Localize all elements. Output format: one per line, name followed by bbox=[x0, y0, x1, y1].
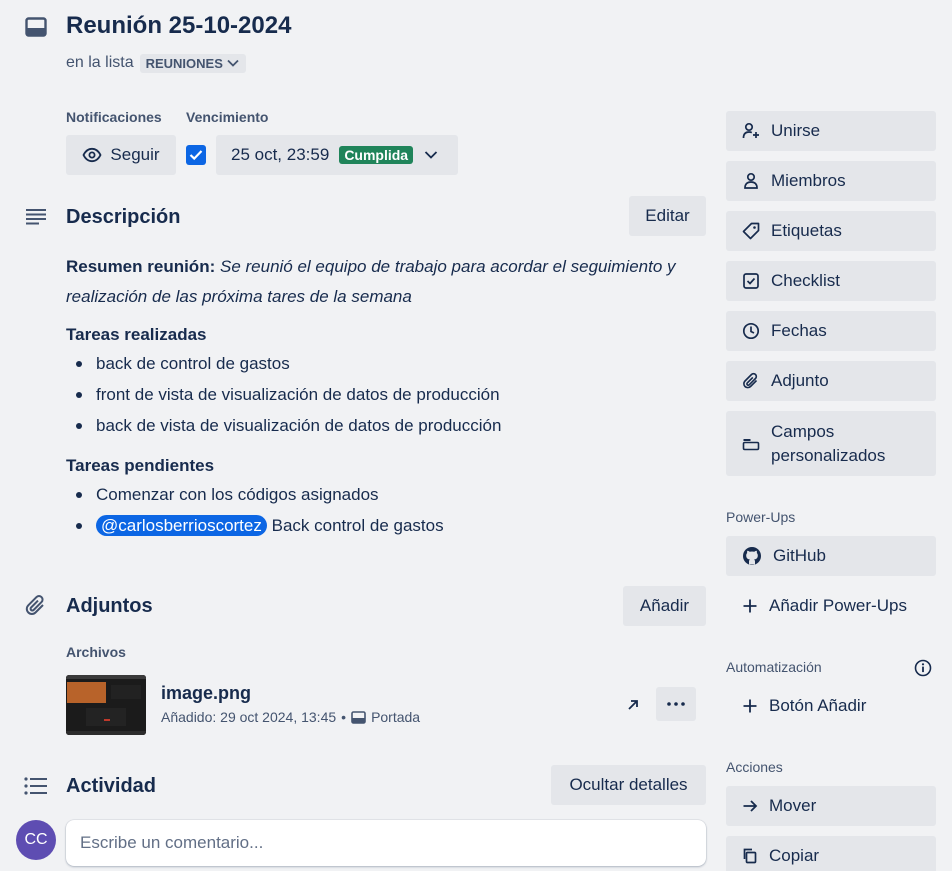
activity-icon bbox=[24, 774, 48, 798]
due-date-label: Vencimiento bbox=[186, 109, 269, 125]
labels-label: Etiquetas bbox=[771, 221, 842, 240]
person-icon bbox=[742, 172, 760, 190]
list-item: front de vista de visualización de datos… bbox=[66, 379, 706, 410]
paperclip-icon bbox=[24, 594, 48, 618]
join-button[interactable]: Unirse bbox=[726, 111, 936, 151]
checklist-icon bbox=[742, 272, 760, 290]
follow-label: Seguir bbox=[110, 145, 160, 164]
checklist-label: Checklist bbox=[771, 271, 840, 290]
powerups-label: Power-Ups bbox=[726, 509, 796, 525]
eye-icon bbox=[82, 147, 102, 163]
info-icon[interactable] bbox=[913, 658, 933, 678]
hide-details-button[interactable]: Ocultar detalles bbox=[551, 765, 706, 805]
list-item: back de vista de visualización de datos … bbox=[66, 410, 706, 441]
attachment-thumbnail[interactable] bbox=[66, 675, 146, 735]
plus-icon bbox=[742, 698, 758, 714]
copy-label: Copiar bbox=[769, 846, 820, 865]
done-tasks-heading: Tareas realizadas bbox=[66, 325, 207, 344]
list-item: Comenzar con los códigos asignados bbox=[66, 479, 706, 510]
list-location: en la lista REUNIONES bbox=[66, 52, 246, 74]
files-label: Archivos bbox=[66, 644, 126, 660]
chevron-down-icon bbox=[226, 56, 240, 70]
copy-button[interactable]: Copiar bbox=[726, 836, 936, 871]
attachment-more-button[interactable] bbox=[656, 687, 696, 721]
edit-description-button[interactable]: Editar bbox=[629, 196, 706, 236]
add-person-icon bbox=[742, 122, 760, 140]
cover-label[interactable]: Portada bbox=[371, 709, 420, 725]
card-icon bbox=[24, 15, 48, 39]
github-icon bbox=[742, 546, 762, 566]
done-tasks-list: back de control de gastos front de vista… bbox=[66, 348, 706, 441]
copy-icon bbox=[742, 848, 758, 864]
github-button[interactable]: GitHub bbox=[726, 536, 936, 576]
clock-icon bbox=[742, 322, 760, 340]
automation-label: Automatización bbox=[726, 659, 822, 675]
comment-input[interactable]: Escribe un comentario... bbox=[66, 820, 706, 866]
meta-separator: • bbox=[341, 709, 347, 725]
labels-button[interactable]: Etiquetas bbox=[726, 211, 936, 251]
custom-fields-button[interactable]: Campos personalizados bbox=[726, 411, 936, 476]
card-cover-icon bbox=[351, 710, 366, 724]
list-name: REUNIONES bbox=[145, 55, 223, 71]
paperclip-icon bbox=[742, 372, 760, 390]
due-status-badge: Cumplida bbox=[339, 146, 414, 164]
pending-tasks-list: Comenzar con los códigos asignados @carl… bbox=[66, 479, 706, 541]
add-powerups-label: Añadir Power-Ups bbox=[769, 596, 907, 615]
card-title[interactable]: Reunión 25-10-2024 bbox=[66, 10, 291, 42]
custom-fields-icon bbox=[742, 435, 760, 453]
avatar[interactable]: CC bbox=[16, 820, 56, 860]
attachment-label: Adjunto bbox=[771, 371, 829, 390]
description-icon bbox=[24, 205, 48, 229]
attachment-added-date: Añadido: 29 oct 2024, 13:45 bbox=[161, 709, 337, 725]
follow-button[interactable]: Seguir bbox=[66, 135, 176, 175]
move-button[interactable]: Mover bbox=[726, 786, 936, 826]
attachment-meta: Añadido: 29 oct 2024, 13:45 • Portada bbox=[161, 709, 420, 725]
due-complete-checkbox[interactable] bbox=[186, 145, 206, 165]
list-selector[interactable]: REUNIONES bbox=[139, 53, 246, 73]
meeting-summary: Resumen reunión: Se reunió el equipo de … bbox=[66, 252, 706, 312]
list-item: @carlosberrioscortez Back control de gas… bbox=[66, 510, 706, 541]
arrow-right-icon bbox=[742, 798, 758, 814]
add-attachment-button[interactable]: Añadir bbox=[623, 586, 706, 626]
plus-icon bbox=[742, 598, 758, 614]
dates-button[interactable]: Fechas bbox=[726, 311, 936, 351]
add-powerups-button[interactable]: Añadir Power-Ups bbox=[726, 586, 936, 626]
checklist-button[interactable]: Checklist bbox=[726, 261, 936, 301]
join-label: Unirse bbox=[771, 121, 821, 140]
github-label: GitHub bbox=[773, 546, 826, 565]
attachments-title: Adjuntos bbox=[66, 595, 153, 617]
due-date-value: 25 oct, 23:59 bbox=[231, 145, 330, 164]
tag-icon bbox=[742, 222, 760, 240]
activity-title: Actividad bbox=[66, 775, 157, 797]
list-item: back de control de gastos bbox=[66, 348, 706, 379]
dates-label: Fechas bbox=[771, 321, 827, 340]
description-body[interactable]: Resumen reunión: Se reunió el equipo de … bbox=[66, 252, 706, 541]
add-button-label: Botón Añadir bbox=[769, 696, 867, 715]
chevron-down-icon bbox=[423, 147, 439, 163]
in-list-prefix: en la lista bbox=[66, 54, 134, 71]
user-mention[interactable]: @carlosberrioscortez bbox=[96, 515, 267, 536]
move-label: Mover bbox=[769, 796, 817, 815]
pending-tasks-heading: Tareas pendientes bbox=[66, 456, 215, 475]
actions-label: Acciones bbox=[726, 759, 783, 775]
attachment-button[interactable]: Adjunto bbox=[726, 361, 936, 401]
members-label: Miembros bbox=[771, 171, 846, 190]
due-date-button[interactable]: 25 oct, 23:59 Cumplida bbox=[216, 135, 458, 175]
more-icon bbox=[667, 702, 685, 706]
attachment-name[interactable]: image.png bbox=[161, 683, 251, 704]
open-external-icon[interactable] bbox=[622, 694, 644, 716]
members-button[interactable]: Miembros bbox=[726, 161, 936, 201]
custom-fields-label: Campos personalizados bbox=[771, 421, 886, 465]
add-button-automation[interactable]: Botón Añadir bbox=[726, 686, 936, 726]
notifications-label: Notificaciones bbox=[66, 109, 162, 125]
pending-item-text: Back control de gastos bbox=[271, 516, 444, 535]
summary-label: Resumen reunión: bbox=[66, 257, 216, 276]
description-title: Descripción bbox=[66, 206, 181, 228]
